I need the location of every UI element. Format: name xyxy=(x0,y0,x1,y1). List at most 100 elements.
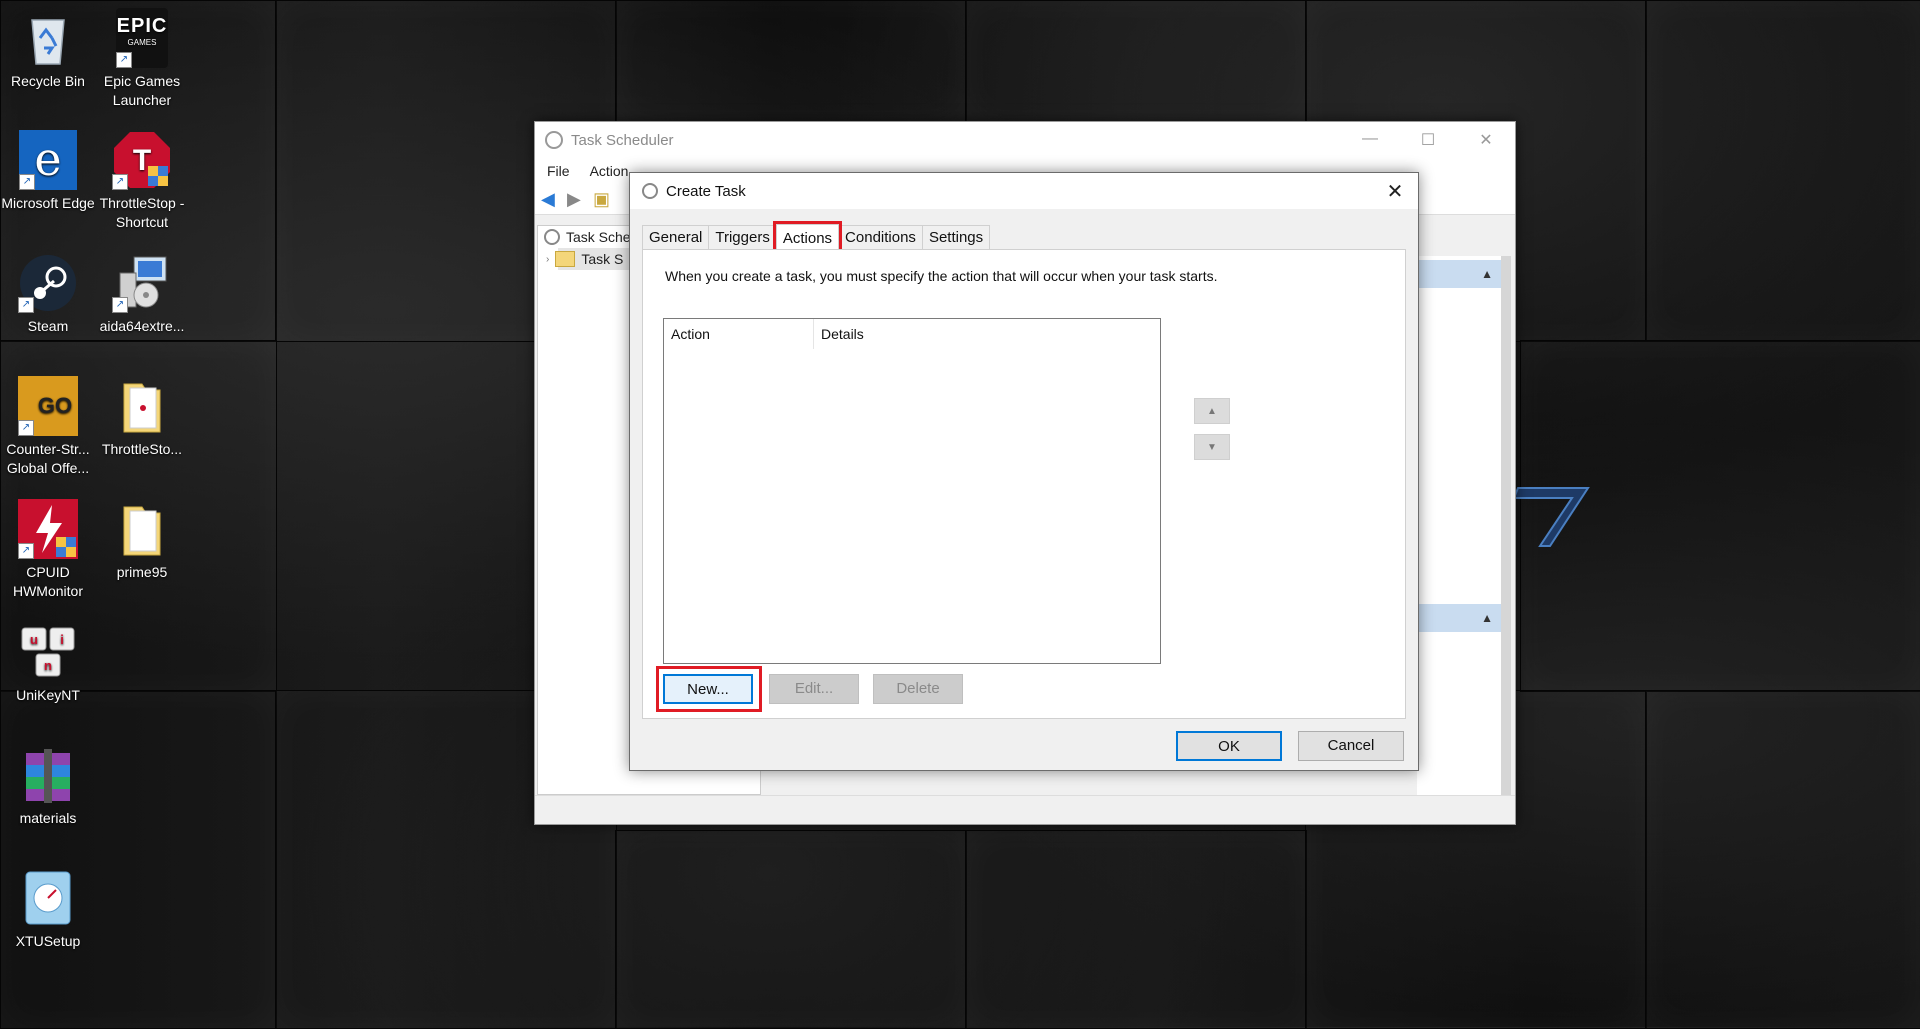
shortcut-arrow-icon: ↗ xyxy=(112,174,128,190)
epic-games-icon: EPIC GAMES ↗ xyxy=(116,8,168,68)
wallpaper-tile xyxy=(615,830,967,1029)
column-header-details[interactable]: Details xyxy=(814,326,864,342)
xtu-icon xyxy=(18,868,78,928)
maximize-icon[interactable]: ☐ xyxy=(1399,130,1457,150)
close-icon[interactable]: ✕ xyxy=(1372,179,1418,204)
new-button[interactable]: New... xyxy=(663,674,753,704)
tab-conditions[interactable]: Conditions xyxy=(838,225,923,249)
actions-pane: ▲ ▲ xyxy=(1417,256,1511,816)
actions-pane-header[interactable]: ▲ xyxy=(1417,260,1511,288)
steam-icon: ↗ xyxy=(18,253,78,313)
desktop-icon-unikey[interactable]: u i n UniKeyNT xyxy=(0,622,96,705)
list-header: Action Details xyxy=(664,319,1160,349)
clock-icon xyxy=(545,131,563,149)
create-task-dialog[interactable]: Create Task ✕ General Triggers Actions C… xyxy=(629,172,1419,771)
svg-text:u: u xyxy=(30,632,38,647)
delete-button[interactable]: Delete xyxy=(873,674,963,704)
shortcut-arrow-icon: ↗ xyxy=(18,543,34,559)
shortcut-arrow-icon: ↗ xyxy=(19,174,35,190)
desktop-icon-label: Steam xyxy=(27,318,69,334)
cancel-button[interactable]: Cancel xyxy=(1298,731,1404,761)
desktop-icon-edge[interactable]: e ↗ Microsoft Edge xyxy=(0,130,96,213)
desktop-icon-aida64[interactable]: ↗ aida64extre... xyxy=(94,253,190,336)
dialog-title: Create Task xyxy=(666,182,746,200)
shortcut-arrow-icon: ↗ xyxy=(112,297,128,313)
minimize-icon[interactable]: — xyxy=(1341,130,1399,150)
menu-action[interactable]: Action xyxy=(578,163,637,179)
move-up-button[interactable]: ▲ xyxy=(1194,398,1230,424)
hwmonitor-icon: ↗ xyxy=(18,499,78,559)
clock-icon xyxy=(642,183,658,199)
tab-actions[interactable]: Actions xyxy=(772,221,843,253)
forward-arrow-icon[interactable]: ▶ xyxy=(567,190,587,208)
desktop-icon-csgo[interactable]: GO ↗ Counter-Str... Global Offe... xyxy=(0,376,96,478)
epic-logo-subtext: GAMES xyxy=(127,38,157,47)
task-scheduler-title: Task Scheduler xyxy=(571,131,674,149)
actions-tab-panel: When you create a task, you must specify… xyxy=(642,249,1406,719)
desktop-icon-throttlestop-folder[interactable]: ThrottleSto... xyxy=(94,376,190,459)
wallpaper-tile xyxy=(1645,690,1920,1029)
desktop-icon-hwmonitor[interactable]: ↗ CPUID HWMonitor xyxy=(0,499,96,601)
tab-settings[interactable]: Settings xyxy=(921,225,991,249)
actions-description: When you create a task, you must specify… xyxy=(665,268,1218,284)
tree-item-label: Task Sche xyxy=(566,229,631,245)
desktop-icon-xtu[interactable]: XTUSetup xyxy=(0,868,96,951)
desktop-icon-label: ThrottleStop - Shortcut xyxy=(99,195,185,230)
wallpaper-tile xyxy=(0,690,277,1029)
folder-icon xyxy=(112,376,172,436)
back-arrow-icon[interactable]: ◀ xyxy=(541,190,561,208)
status-bar xyxy=(535,795,1515,824)
tree-item-label: Task S xyxy=(581,251,624,267)
desktop-icon-recycle-bin[interactable]: Recycle Bin xyxy=(0,8,96,91)
wallpaper-tile xyxy=(965,0,1307,122)
edit-button[interactable]: Edit... xyxy=(769,674,859,704)
tab-general[interactable]: General xyxy=(642,225,710,249)
desktop-icon-label: Counter-Str... Global Offe... xyxy=(6,441,90,476)
desktop-icon-throttlestop[interactable]: T ↗ ThrottleStop - Shortcut xyxy=(94,130,190,232)
edge-icon: e ↗ xyxy=(19,130,77,190)
aida64-icon: ↗ xyxy=(112,253,172,313)
shortcut-arrow-icon: ↗ xyxy=(18,297,34,313)
wallpaper-logo xyxy=(1512,487,1590,547)
wallpaper-tile xyxy=(965,830,1307,1029)
wallpaper-tile xyxy=(1645,0,1920,342)
actions-pane-subheader[interactable]: ▲ xyxy=(1417,604,1511,632)
wallpaper-tile xyxy=(615,0,967,122)
desktop-icon-label: UniKeyNT xyxy=(16,687,80,703)
desktop-icon-label: CPUID HWMonitor xyxy=(12,564,83,599)
desktop-icon-label: Epic Games Launcher xyxy=(103,73,181,108)
desktop-icon-label: XTUSetup xyxy=(15,933,81,949)
desktop-icon-label: Microsoft Edge xyxy=(1,195,95,211)
close-icon[interactable]: ✕ xyxy=(1457,130,1515,150)
task-scheduler-titlebar[interactable]: Task Scheduler — ☐ ✕ xyxy=(535,122,1515,158)
desktop-icon-label: prime95 xyxy=(116,564,168,580)
desktop-icon-label: aida64extre... xyxy=(99,318,185,334)
desktop-icon-prime95[interactable]: prime95 xyxy=(94,499,190,582)
menu-file[interactable]: File xyxy=(535,163,578,179)
move-down-button[interactable]: ▼ xyxy=(1194,434,1230,460)
svg-text:n: n xyxy=(44,658,52,673)
csgo-icon: GO ↗ xyxy=(18,376,78,436)
scrollbar[interactable] xyxy=(1501,256,1511,816)
throttlestop-icon: T ↗ xyxy=(112,130,172,190)
dialog-titlebar[interactable]: Create Task ✕ xyxy=(630,173,1418,209)
unikey-icon: u i n xyxy=(18,622,78,682)
desktop-icon-steam[interactable]: ↗ Steam xyxy=(0,253,96,336)
ok-button[interactable]: OK xyxy=(1176,731,1282,761)
shortcut-arrow-icon: ↗ xyxy=(18,420,34,436)
recycle-bin-icon xyxy=(18,8,78,68)
desktop-icon-materials[interactable]: materials xyxy=(0,745,96,828)
folder-up-icon[interactable]: ▣ xyxy=(593,190,613,208)
shortcut-arrow-icon: ↗ xyxy=(116,52,132,68)
winrar-icon xyxy=(18,745,78,805)
desktop-icon-label: materials xyxy=(19,810,77,826)
column-header-action[interactable]: Action xyxy=(664,319,814,349)
tab-triggers[interactable]: Triggers xyxy=(708,225,777,249)
tab-strip: General Triggers Actions Conditions Sett… xyxy=(642,221,991,253)
actions-list[interactable]: Action Details xyxy=(663,318,1161,664)
desktop-icon-label: ThrottleSto... xyxy=(101,441,183,457)
desktop-icon-label: Recycle Bin xyxy=(11,73,85,89)
desktop-icon-epic-games[interactable]: EPIC GAMES ↗ Epic Games Launcher xyxy=(94,8,190,110)
clock-icon xyxy=(544,229,560,245)
chevron-right-icon[interactable]: › xyxy=(546,254,549,265)
